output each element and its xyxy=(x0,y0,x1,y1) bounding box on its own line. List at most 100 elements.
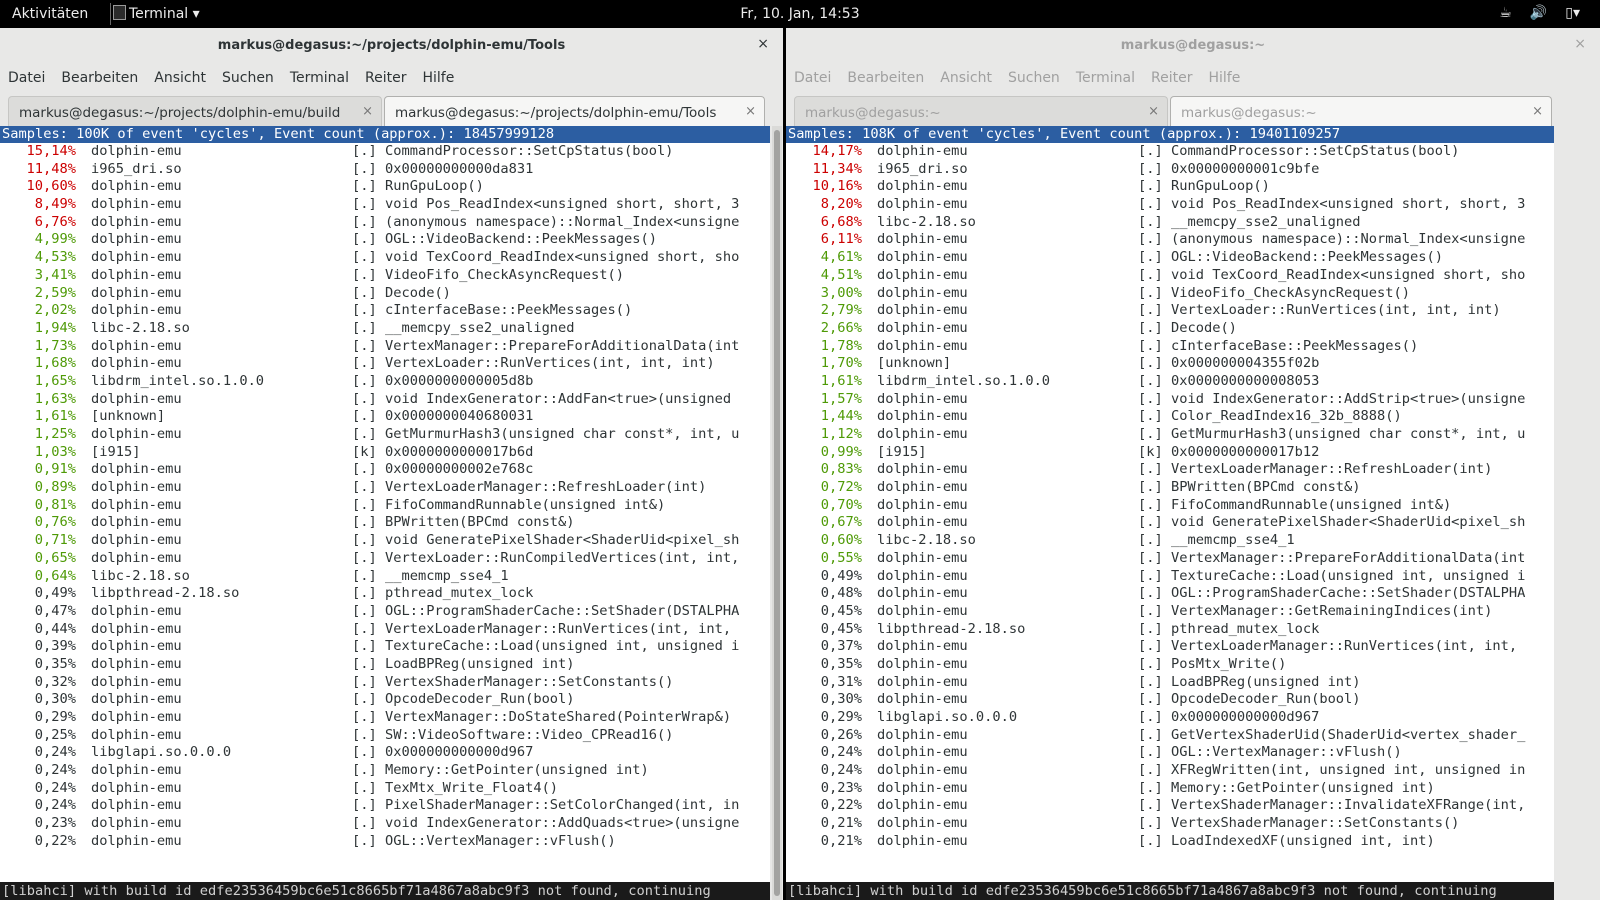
perf-row[interactable]: 8,20% dolphin-emu [.] void Pos_ReadIndex<un… xyxy=(786,196,1554,214)
menu-terminal[interactable]: Terminal xyxy=(1076,70,1135,92)
perf-row[interactable]: 1,03% [i915] [k] 0x0000000000017b6d xyxy=(0,444,770,462)
menu-hilfe[interactable]: Hilfe xyxy=(422,70,454,92)
perf-row[interactable]: 0,44% dolphin-emu [.] VertexLoaderManager::… xyxy=(0,621,770,639)
close-icon[interactable]: × xyxy=(1574,36,1586,52)
menu-reiter[interactable]: Reiter xyxy=(1151,70,1192,92)
perf-row[interactable]: 0,65% dolphin-emu [.] VertexLoader::RunComp… xyxy=(0,550,770,568)
perf-row[interactable]: 0,37% dolphin-emu [.] VertexLoaderManager::… xyxy=(786,638,1554,656)
menu-suchen[interactable]: Suchen xyxy=(222,70,274,92)
perf-row[interactable]: 0,76% dolphin-emu [.] BPWritten(BPCmd const… xyxy=(0,514,770,532)
tab-tools[interactable]: markus@degasus:~/projects/dolphin-emu/To… xyxy=(384,96,765,126)
perf-row[interactable]: 6,11% dolphin-emu [.] (anonymous namespace)… xyxy=(786,231,1554,249)
perf-row[interactable]: 1,73% dolphin-emu [.] VertexManager::Prepar… xyxy=(0,338,770,356)
menu-suchen[interactable]: Suchen xyxy=(1008,70,1060,92)
menu-bearbeiten[interactable]: Bearbeiten xyxy=(847,70,924,92)
perf-row[interactable]: 0,49% libpthread-2.18.so [.] pthread_mutex_… xyxy=(0,585,770,603)
perf-row[interactable]: 0,45% dolphin-emu [.] VertexManager::GetRem… xyxy=(786,603,1554,621)
perf-row[interactable]: 1,70% [unknown] [.] 0x000000004355f02b xyxy=(786,355,1554,373)
perf-row[interactable]: 0,32% dolphin-emu [.] VertexShaderManager::… xyxy=(0,674,770,692)
tab-build[interactable]: markus@degasus:~/projects/dolphin-emu/bu… xyxy=(8,96,382,126)
close-icon[interactable]: × xyxy=(1532,104,1543,119)
perf-row[interactable]: 15,14% dolphin-emu [.] CommandProcessor::Se… xyxy=(0,143,770,161)
scrollbar-thumb[interactable] xyxy=(774,130,780,896)
perf-row[interactable]: 0,81% dolphin-emu [.] FifoCommandRunnable(u… xyxy=(0,497,770,515)
perf-row[interactable]: 0,21% dolphin-emu [.] LoadIndexedXF(unsigne… xyxy=(786,833,1554,851)
perf-row[interactable]: 0,24% libglapi.so.0.0.0 [.] 0x000000000000d… xyxy=(0,744,770,762)
perf-row[interactable]: 4,61% dolphin-emu [.] OGL::VideoBackend::Pe… xyxy=(786,249,1554,267)
perf-row[interactable]: 0,35% dolphin-emu [.] PosMtx_Write() xyxy=(786,656,1554,674)
window-titlebar[interactable]: markus@degasus:~ × xyxy=(786,28,1600,64)
close-icon[interactable]: × xyxy=(1148,104,1159,119)
perf-row[interactable]: 0,70% dolphin-emu [.] FifoCommandRunnable(u… xyxy=(786,497,1554,515)
perf-row[interactable]: 10,60% dolphin-emu [.] RunGpuLoop() xyxy=(0,178,770,196)
perf-row[interactable]: 0,89% dolphin-emu [.] VertexLoaderManager::… xyxy=(0,479,770,497)
menu-reiter[interactable]: Reiter xyxy=(365,70,406,92)
perf-row[interactable]: 0,45% libpthread-2.18.so [.] pthread_mutex_… xyxy=(786,621,1554,639)
perf-row[interactable]: 0,21% dolphin-emu [.] VertexShaderManager::… xyxy=(786,815,1554,833)
perf-row[interactable]: 0,23% dolphin-emu [.] void IndexGenerator::… xyxy=(0,815,770,833)
tab-home-1[interactable]: markus@degasus:~ × xyxy=(794,96,1168,126)
close-icon[interactable]: × xyxy=(757,36,769,52)
perf-row[interactable]: 1,12% dolphin-emu [.] GetMurmurHash3(unsign… xyxy=(786,426,1554,444)
perf-row[interactable]: 0,49% dolphin-emu [.] TextureCache::Load(un… xyxy=(786,568,1554,586)
volume-icon[interactable]: 🔊 xyxy=(1530,5,1547,21)
perf-row[interactable]: 0,83% dolphin-emu [.] VertexLoaderManager::… xyxy=(786,461,1554,479)
perf-row[interactable]: 2,79% dolphin-emu [.] VertexLoader::RunVert… xyxy=(786,302,1554,320)
perf-row[interactable]: 1,25% dolphin-emu [.] GetMurmurHash3(unsign… xyxy=(0,426,770,444)
perf-row[interactable]: 0,72% dolphin-emu [.] BPWritten(BPCmd const… xyxy=(786,479,1554,497)
perf-row[interactable]: 0,26% dolphin-emu [.] GetVertexShaderUid(Sh… xyxy=(786,727,1554,745)
perf-row[interactable]: 10,16% dolphin-emu [.] RunGpuLoop() xyxy=(786,178,1554,196)
perf-row[interactable]: 0,30% dolphin-emu [.] OpcodeDecoder_Run(boo… xyxy=(0,691,770,709)
perf-row[interactable]: 0,25% dolphin-emu [.] SW::VideoSoftware::Vi… xyxy=(0,727,770,745)
menu-terminal[interactable]: Terminal xyxy=(290,70,349,92)
perf-row[interactable]: 0,24% dolphin-emu [.] TexMtx_Write_Float4() xyxy=(0,780,770,798)
perf-row[interactable]: 4,99% dolphin-emu [.] OGL::VideoBackend::Pe… xyxy=(0,231,770,249)
perf-row[interactable]: 0,29% dolphin-emu [.] VertexManager::DoStat… xyxy=(0,709,770,727)
perf-row[interactable]: 1,63% dolphin-emu [.] void IndexGenerator::… xyxy=(0,391,770,409)
perf-row[interactable]: 0,64% libc-2.18.so [.] __memcmp_sse4_1 xyxy=(0,568,770,586)
perf-row[interactable]: 3,41% dolphin-emu [.] VideoFifo_CheckAsyncR… xyxy=(0,267,770,285)
perf-row[interactable]: 0,30% dolphin-emu [.] OpcodeDecoder_Run(boo… xyxy=(786,691,1554,709)
menu-datei[interactable]: Datei xyxy=(794,70,831,92)
perf-row[interactable]: 0,22% dolphin-emu [.] OGL::VertexManager::v… xyxy=(0,833,770,851)
perf-row[interactable]: 1,44% dolphin-emu [.] Color_ReadIndex16_32b… xyxy=(786,408,1554,426)
system-tray[interactable]: ☕ 🔊 ▯▾ xyxy=(1499,5,1580,21)
perf-row[interactable]: 1,94% libc-2.18.so [.] __memcpy_sse2_unalig… xyxy=(0,320,770,338)
perf-row[interactable]: 0,99% [i915] [k] 0x0000000000017b12 xyxy=(786,444,1554,462)
perf-row[interactable]: 0,23% dolphin-emu [.] Memory::GetPointer(un… xyxy=(786,780,1554,798)
perf-row[interactable]: 0,55% dolphin-emu [.] VertexManager::Prepar… xyxy=(786,550,1554,568)
perf-row[interactable]: 14,17% dolphin-emu [.] CommandProcessor::Se… xyxy=(786,143,1554,161)
perf-row[interactable]: 6,76% dolphin-emu [.] (anonymous namespace)… xyxy=(0,214,770,232)
perf-row[interactable]: 2,66% dolphin-emu [.] Decode() xyxy=(786,320,1554,338)
perf-row[interactable]: 0,60% libc-2.18.so [.] __memcmp_sse4_1 xyxy=(786,532,1554,550)
perf-row[interactable]: 0,29% libglapi.so.0.0.0 [.] 0x000000000000d… xyxy=(786,709,1554,727)
perf-row[interactable]: 0,91% dolphin-emu [.] 0x00000000002e768c xyxy=(0,461,770,479)
menu-datei[interactable]: Datei xyxy=(8,70,45,92)
perf-row[interactable]: 1,78% dolphin-emu [.] cInterfaceBase::PeekM… xyxy=(786,338,1554,356)
close-icon[interactable]: × xyxy=(745,104,756,119)
perf-row[interactable]: 0,71% dolphin-emu [.] void GeneratePixelSha… xyxy=(0,532,770,550)
battery-icon[interactable]: ▯▾ xyxy=(1565,5,1580,21)
perf-row[interactable]: 0,35% dolphin-emu [.] LoadBPReg(unsigned in… xyxy=(0,656,770,674)
close-icon[interactable]: × xyxy=(362,104,373,119)
perf-row[interactable]: 3,00% dolphin-emu [.] VideoFifo_CheckAsyncR… xyxy=(786,285,1554,303)
perf-row[interactable]: 0,48% dolphin-emu [.] OGL::ProgramShaderCac… xyxy=(786,585,1554,603)
tab-home-2[interactable]: markus@degasus:~ × xyxy=(1170,96,1552,126)
perf-row[interactable]: 0,24% dolphin-emu [.] Memory::GetPointer(un… xyxy=(0,762,770,780)
perf-row[interactable]: 6,68% libc-2.18.so [.] __memcpy_sse2_unalig… xyxy=(786,214,1554,232)
perf-row[interactable]: 0,24% dolphin-emu [.] PixelShaderManager::S… xyxy=(0,797,770,815)
terminal-content[interactable]: Samples: 108K of event 'cycles', Event c… xyxy=(786,126,1554,900)
perf-row[interactable]: 11,48% i965_dri.so [.] 0x00000000000da831 xyxy=(0,161,770,179)
window-titlebar[interactable]: markus@degasus:~/projects/dolphin-emu/To… xyxy=(0,28,783,64)
menu-bearbeiten[interactable]: Bearbeiten xyxy=(61,70,138,92)
perf-row[interactable]: 0,39% dolphin-emu [.] TextureCache::Load(un… xyxy=(0,638,770,656)
perf-row[interactable]: 1,61% libdrm_intel.so.1.0.0 [.] 0x000000000… xyxy=(786,373,1554,391)
perf-row[interactable]: 11,34% i965_dri.so [.] 0x00000000001c9bfe xyxy=(786,161,1554,179)
perf-row[interactable]: 0,22% dolphin-emu [.] VertexShaderManager::… xyxy=(786,797,1554,815)
perf-row[interactable]: 2,02% dolphin-emu [.] cInterfaceBase::PeekM… xyxy=(0,302,770,320)
perf-row[interactable]: 1,57% dolphin-emu [.] void IndexGenerator::… xyxy=(786,391,1554,409)
menu-ansicht[interactable]: Ansicht xyxy=(154,70,206,92)
perf-row[interactable]: 0,67% dolphin-emu [.] void GeneratePixelSha… xyxy=(786,514,1554,532)
perf-row[interactable]: 2,59% dolphin-emu [.] Decode() xyxy=(0,285,770,303)
perf-row[interactable]: 8,49% dolphin-emu [.] void Pos_ReadIndex<un… xyxy=(0,196,770,214)
